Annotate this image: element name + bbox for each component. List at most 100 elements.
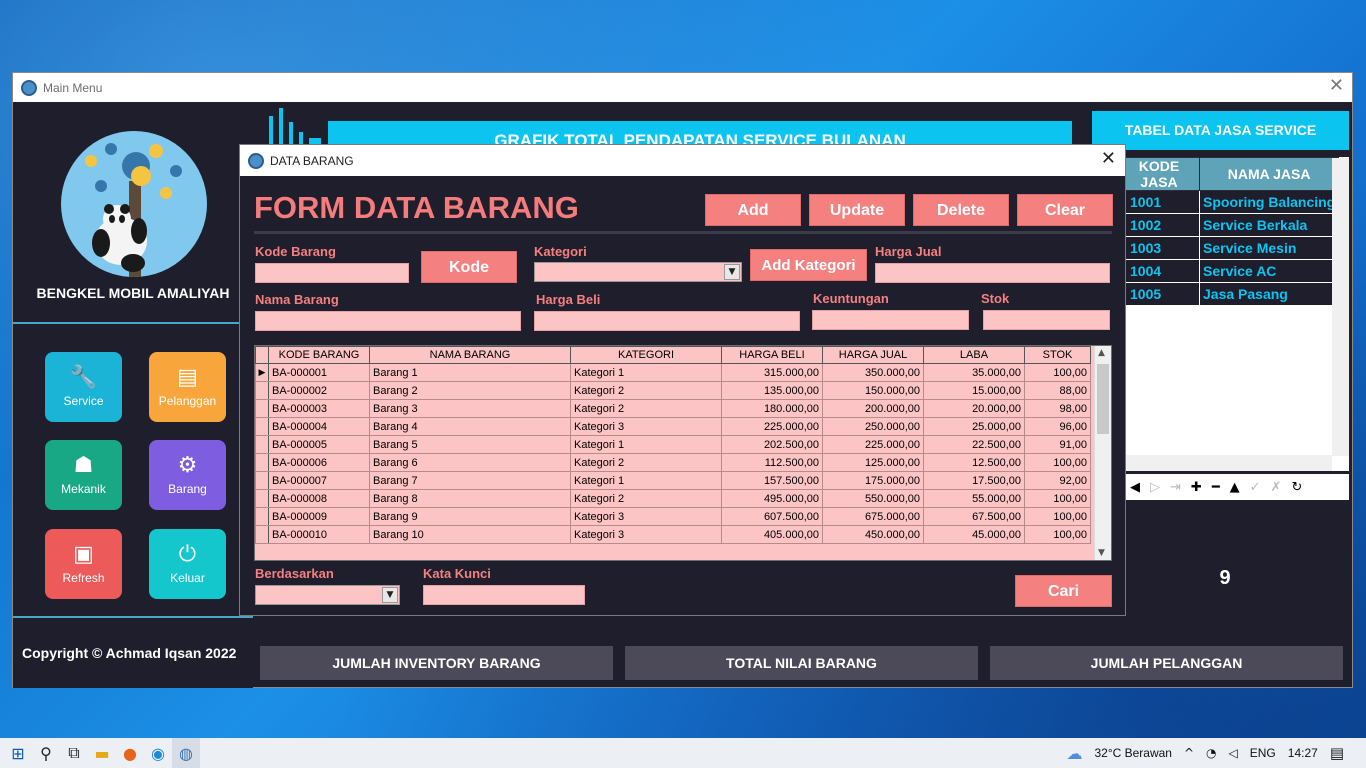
harga-jual-cell[interactable]: 250.000,00 bbox=[822, 417, 924, 436]
jasa-vertical-scrollbar[interactable] bbox=[1332, 158, 1349, 456]
update-button[interactable]: Update bbox=[809, 194, 905, 226]
nama-barang-cell[interactable]: Barang 8 bbox=[369, 489, 571, 508]
cloud-icon[interactable]: ☁ bbox=[1066, 744, 1082, 763]
insert-record-icon[interactable]: ✚ bbox=[1191, 480, 1202, 495]
header-nama-barang[interactable]: NAMA BARANG bbox=[369, 346, 571, 364]
kategori-cell[interactable]: Kategori 3 bbox=[570, 507, 722, 526]
kode-barang-cell[interactable]: BA-000002 bbox=[268, 381, 370, 400]
table-row[interactable]: BA-000005 Barang 5 Kategori 1 202.500,00 225… bbox=[255, 435, 1091, 454]
harga-jual-cell[interactable]: 125.000,00 bbox=[822, 453, 924, 472]
laba-cell[interactable]: 15.000,00 bbox=[923, 381, 1025, 400]
harga-beli-cell[interactable]: 180.000,00 bbox=[721, 399, 823, 418]
table-row[interactable]: BA-000002 Barang 2 Kategori 2 135.000,00 150… bbox=[255, 381, 1091, 400]
firefox-icon[interactable]: ● bbox=[116, 738, 144, 768]
row-selector[interactable] bbox=[255, 471, 269, 490]
delete-record-icon[interactable]: ━ bbox=[1212, 480, 1220, 495]
barang-button[interactable]: ⚙ Barang bbox=[149, 440, 226, 510]
edge-icon[interactable]: ◉ bbox=[144, 738, 172, 768]
harga-jual-input[interactable] bbox=[875, 263, 1110, 283]
nama-jasa-cell[interactable]: Jasa Pasang bbox=[1198, 282, 1340, 306]
add-button[interactable]: Add bbox=[705, 194, 801, 226]
laba-cell[interactable]: 55.000,00 bbox=[923, 489, 1025, 508]
table-row[interactable]: 1004 Service AC bbox=[1118, 259, 1340, 283]
stok-cell[interactable]: 100,00 bbox=[1024, 453, 1091, 472]
add-kategori-button[interactable]: Add Kategori bbox=[750, 249, 867, 281]
nama-jasa-cell[interactable]: Spooring Balancing bbox=[1198, 190, 1340, 214]
weather-text[interactable]: 32°C Berawan bbox=[1094, 746, 1172, 760]
harga-beli-cell[interactable]: 405.000,00 bbox=[721, 525, 823, 544]
nama-barang-cell[interactable]: Barang 10 bbox=[369, 525, 571, 544]
nama-barang-cell[interactable]: Barang 1 bbox=[369, 363, 571, 382]
harga-beli-cell[interactable]: 112.500,00 bbox=[721, 453, 823, 472]
stok-cell[interactable]: 98,00 bbox=[1024, 399, 1091, 418]
kategori-cell[interactable]: Kategori 2 bbox=[570, 381, 722, 400]
harga-beli-cell[interactable]: 135.000,00 bbox=[721, 381, 823, 400]
nama-barang-cell[interactable]: Barang 9 bbox=[369, 507, 571, 526]
header-laba[interactable]: LABA bbox=[923, 346, 1025, 364]
clear-button[interactable]: Clear bbox=[1017, 194, 1113, 226]
kode-jasa-cell[interactable]: 1001 bbox=[1118, 190, 1200, 214]
table-row[interactable]: BA-000009 Barang 9 Kategori 3 607.500,00 675… bbox=[255, 507, 1091, 526]
nama-barang-cell[interactable]: Barang 4 bbox=[369, 417, 571, 436]
harga-beli-cell[interactable]: 202.500,00 bbox=[721, 435, 823, 454]
kode-button[interactable]: Kode bbox=[421, 251, 517, 283]
laba-cell[interactable]: 25.000,00 bbox=[923, 417, 1025, 436]
stok-cell[interactable]: 100,00 bbox=[1024, 507, 1091, 526]
refresh-button[interactable]: ▣ Refresh bbox=[45, 529, 122, 599]
laba-cell[interactable]: 35.000,00 bbox=[923, 363, 1025, 382]
nama-barang-cell[interactable]: Barang 5 bbox=[369, 435, 571, 454]
harga-jual-cell[interactable]: 450.000,00 bbox=[822, 525, 924, 544]
kode-barang-cell[interactable]: BA-000001 bbox=[268, 363, 370, 382]
kategori-cell[interactable]: Kategori 1 bbox=[570, 363, 722, 382]
kode-jasa-cell[interactable]: 1002 bbox=[1118, 213, 1200, 237]
stok-cell[interactable]: 96,00 bbox=[1024, 417, 1091, 436]
row-selector[interactable] bbox=[255, 435, 269, 454]
table-row[interactable]: BA-000006 Barang 6 Kategori 2 112.500,00 125… bbox=[255, 453, 1091, 472]
header-kategori[interactable]: KATEGORI bbox=[570, 346, 722, 364]
stok-cell[interactable]: 100,00 bbox=[1024, 525, 1091, 544]
harga-jual-cell[interactable]: 550.000,00 bbox=[822, 489, 924, 508]
kategori-cell[interactable]: Kategori 1 bbox=[570, 435, 722, 454]
header-stok[interactable]: STOK bbox=[1024, 346, 1091, 364]
kode-barang-input[interactable] bbox=[255, 263, 409, 283]
kata-kunci-input[interactable] bbox=[423, 585, 585, 605]
kategori-cell[interactable]: Kategori 2 bbox=[570, 489, 722, 508]
kode-jasa-cell[interactable]: 1004 bbox=[1118, 259, 1200, 283]
row-selector[interactable] bbox=[255, 399, 269, 418]
kode-barang-cell[interactable]: BA-000008 bbox=[268, 489, 370, 508]
kode-barang-cell[interactable]: BA-000004 bbox=[268, 417, 370, 436]
kode-barang-cell[interactable]: BA-000005 bbox=[268, 435, 370, 454]
kode-jasa-cell[interactable]: 1005 bbox=[1118, 282, 1200, 306]
stok-cell[interactable]: 92,00 bbox=[1024, 471, 1091, 490]
kategori-cell[interactable]: Kategori 3 bbox=[570, 417, 722, 436]
table-row[interactable]: 1001 Spooring Balancing bbox=[1118, 190, 1340, 214]
row-selector[interactable] bbox=[255, 507, 269, 526]
jasa-service-table[interactable]: KODE JASA NAMA JASA 1001 Spooring Balanci… bbox=[1118, 157, 1349, 471]
header-harga-beli[interactable]: HARGA BELI bbox=[721, 346, 823, 364]
harga-jual-cell[interactable]: 200.000,00 bbox=[822, 399, 924, 418]
delete-button[interactable]: Delete bbox=[913, 194, 1009, 226]
kategori-cell[interactable]: Kategori 1 bbox=[570, 471, 722, 490]
harga-beli-cell[interactable]: 315.000,00 bbox=[721, 363, 823, 382]
table-row[interactable]: BA-000003 Barang 3 Kategori 2 180.000,00 200… bbox=[255, 399, 1091, 418]
laba-cell[interactable]: 45.000,00 bbox=[923, 525, 1025, 544]
edit-record-icon[interactable]: ▲ bbox=[1230, 480, 1240, 495]
task-view-icon[interactable]: ⧉ bbox=[60, 738, 88, 768]
jasa-horizontal-scrollbar[interactable] bbox=[1126, 455, 1332, 471]
scroll-up-icon[interactable]: ▲ bbox=[1098, 348, 1105, 358]
notification-icon[interactable]: ▤ bbox=[1330, 744, 1344, 762]
laba-cell[interactable]: 67.500,00 bbox=[923, 507, 1025, 526]
nama-barang-cell[interactable]: Barang 7 bbox=[369, 471, 571, 490]
table-row[interactable]: ▶ BA-000001 Barang 1 Kategori 1 315.000,00 35… bbox=[255, 363, 1091, 382]
file-explorer-icon[interactable]: ▬ bbox=[88, 738, 116, 768]
barang-data-grid[interactable]: KODE BARANG NAMA BARANG KATEGORI HARGA B… bbox=[254, 345, 1112, 561]
stok-cell[interactable]: 91,00 bbox=[1024, 435, 1091, 454]
cari-button[interactable]: Cari bbox=[1015, 575, 1112, 607]
row-selector[interactable] bbox=[255, 453, 269, 472]
service-button[interactable]: 🔧 Service bbox=[45, 352, 122, 422]
nama-jasa-cell[interactable]: Service AC bbox=[1198, 259, 1340, 283]
kode-barang-cell[interactable]: BA-000003 bbox=[268, 399, 370, 418]
scroll-down-icon[interactable]: ▼ bbox=[1098, 548, 1105, 558]
kode-jasa-cell[interactable]: 1003 bbox=[1118, 236, 1200, 260]
kode-barang-cell[interactable]: BA-000010 bbox=[268, 525, 370, 544]
